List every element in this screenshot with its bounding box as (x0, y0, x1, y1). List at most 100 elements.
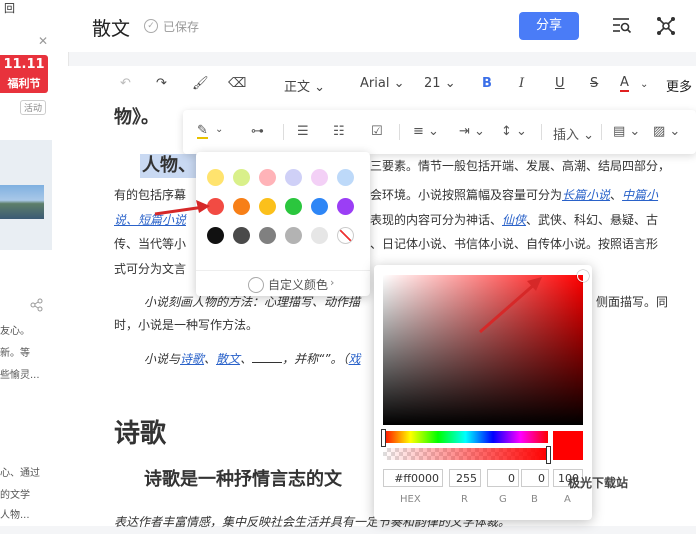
doc-link[interactable]: 诗歌 (180, 352, 204, 366)
sidebar-snippet: 人物... (0, 510, 30, 521)
underline-button[interactable]: U (555, 76, 565, 91)
numbered-list-icon[interactable]: ☷ (333, 124, 345, 139)
chevron-down-icon: ⌄ (393, 76, 405, 91)
color-swatch[interactable] (207, 198, 224, 215)
saturation-handle[interactable] (577, 270, 589, 282)
shading-icon[interactable]: ▨ ⌄ (653, 124, 680, 139)
alpha-slider[interactable] (383, 448, 548, 460)
more-toolbar: ✎ ⌄ ⊶ ☰ ☷ ☑ ≡ ⌄ ⇥ ⌄ ↕ ⌄ 插入 ⌄ ▤ ⌄ ▨ ⌄ (183, 110, 696, 154)
promo-date: 11.11 (3, 57, 45, 72)
activity-badge: 活动 (20, 100, 47, 115)
share-button[interactable]: 分享 (519, 12, 579, 40)
doc-line: 表现的内容可分为神话、仙侠、武侠、科幻、悬疑、古 (370, 208, 658, 232)
doc-text: 会环境。小说按照篇幅及容量可分为 (370, 188, 563, 202)
color-swatch[interactable] (259, 227, 276, 244)
color-swatch[interactable] (337, 169, 354, 186)
insert-menu[interactable]: 插入 ⌄ (553, 124, 594, 143)
color-preview (553, 431, 583, 460)
blue-input[interactable]: 0 (521, 469, 549, 487)
save-status: 已保存 (163, 20, 200, 34)
share-icon[interactable] (30, 298, 44, 312)
doc-line: 会环境。小说按照篇幅及容量可分为长篇小说、中篇小 (370, 188, 659, 202)
italic-button[interactable]: I (519, 76, 524, 91)
color-swatch[interactable] (207, 169, 224, 186)
page-icon[interactable]: ▤ ⌄ (613, 124, 640, 139)
chevron-down-icon: ⌄ (314, 80, 326, 95)
doc-line: 时，小说是一种写作方法。 (114, 318, 259, 332)
blank-underline (252, 362, 283, 363)
color-swatch[interactable] (259, 198, 276, 215)
indent-icon[interactable]: ⇥ ⌄ (459, 124, 485, 139)
highlight-icon[interactable]: ✎ (197, 124, 208, 139)
font-family-select[interactable]: Arial ⌄ (360, 76, 404, 91)
more-button[interactable]: 更多 (666, 76, 692, 95)
sidebar-snippet: 友心。 (0, 326, 30, 337)
strikethrough-button[interactable]: S (590, 76, 598, 91)
doc-line: 物》。 (114, 107, 159, 128)
promo-label: 福利节 (7, 77, 41, 90)
color-swatch[interactable] (233, 198, 250, 215)
promo-banner[interactable]: 11.11 福利节 (0, 55, 48, 93)
color-swatch[interactable] (233, 227, 250, 244)
color-swatch[interactable] (259, 169, 276, 186)
chevron-right-icon: › (330, 276, 335, 289)
color-swatch[interactable] (285, 227, 302, 244)
hex-label: HEX (400, 494, 421, 505)
doc-link[interactable]: 说、短篇小说 (114, 208, 186, 232)
format-painter-icon[interactable]: 🖌 (192, 76, 209, 91)
doc-line: 传、当代等小 (114, 237, 187, 251)
color-swatch[interactable] (285, 169, 302, 186)
font-color-button[interactable]: A (620, 76, 629, 92)
no-color-swatch[interactable] (337, 227, 354, 244)
green-label: G (499, 494, 507, 505)
custom-color-icon (248, 277, 264, 293)
color-swatch[interactable] (311, 198, 328, 215)
font-size-select[interactable]: 21 ⌄ (424, 76, 456, 91)
align-icon[interactable]: ≡ ⌄ (413, 124, 439, 139)
undo-icon[interactable]: ↶ (120, 76, 131, 91)
outline-search-icon[interactable] (612, 16, 632, 34)
doc-text: 、武侠、科幻、悬疑、古 (526, 213, 659, 227)
chevron-down-icon[interactable]: ⌄ (640, 79, 648, 90)
color-palette-popup: 自定义颜色 › (196, 152, 370, 296)
doc-link[interactable]: 仙侠 (502, 213, 526, 227)
color-swatch[interactable] (311, 169, 328, 186)
line-spacing-icon[interactable]: ↕ ⌄ (501, 124, 527, 139)
link-icon[interactable]: ⊶ (251, 124, 264, 139)
format-toolbar: ↶ ↷ 🖌 ⌫ 正文 ⌄ Arial ⌄ 21 ⌄ B I U S A ⌄ 更多 (68, 66, 696, 106)
chevron-down-icon[interactable]: ⌄ (215, 124, 223, 135)
task-list-icon[interactable]: ☑ (371, 124, 383, 139)
hue-slider-handle[interactable] (381, 429, 386, 447)
hue-slider[interactable] (383, 431, 548, 443)
alpha-slider-handle[interactable] (546, 446, 551, 464)
doc-link[interactable]: 散文 (216, 352, 240, 366)
doc-line: 小说与诗歌、散文、 ，并称“”。（戏 (144, 352, 361, 366)
doc-link[interactable]: 戏 (349, 352, 361, 366)
landscape-thumbnail[interactable] (0, 185, 44, 219)
saturation-value-area[interactable] (383, 275, 583, 425)
close-icon[interactable]: ✕ (38, 34, 48, 48)
red-input[interactable]: 255 (449, 469, 481, 487)
bullet-list-icon[interactable]: ☰ (297, 124, 309, 139)
left-sidebar: 回 ✕ 11.11 福利节 活动 友心。 新。等 些愉灵... 心、通过 的文学… (0, 0, 69, 526)
hex-input[interactable]: #ff0000 (383, 469, 443, 487)
paragraph-style-select[interactable]: 正文 ⌄ (284, 76, 325, 95)
redo-icon[interactable]: ↷ (156, 76, 167, 91)
color-swatch[interactable] (207, 227, 224, 244)
color-swatch[interactable] (285, 198, 302, 215)
mindmap-icon[interactable] (656, 16, 676, 36)
eraser-icon[interactable]: ⌫ (228, 76, 246, 91)
sidebar-snippet: 的文学 (0, 490, 30, 501)
bold-button[interactable]: B (482, 76, 492, 91)
color-swatch[interactable] (337, 198, 354, 215)
sidebar-snippet: 心、通过 (0, 468, 40, 479)
doc-line: 式可分为文言 (114, 262, 187, 276)
green-input[interactable]: 0 (487, 469, 519, 487)
color-swatch[interactable] (233, 169, 250, 186)
color-swatch[interactable] (311, 227, 328, 244)
doc-link[interactable]: 长篇小说 (562, 188, 610, 202)
doc-link[interactable]: 中篇小 (622, 188, 658, 202)
insert-menu-label: 插入 (553, 128, 580, 143)
document-title[interactable]: 散文 (92, 14, 130, 41)
custom-color-button[interactable]: 自定义颜色 › (196, 270, 370, 297)
